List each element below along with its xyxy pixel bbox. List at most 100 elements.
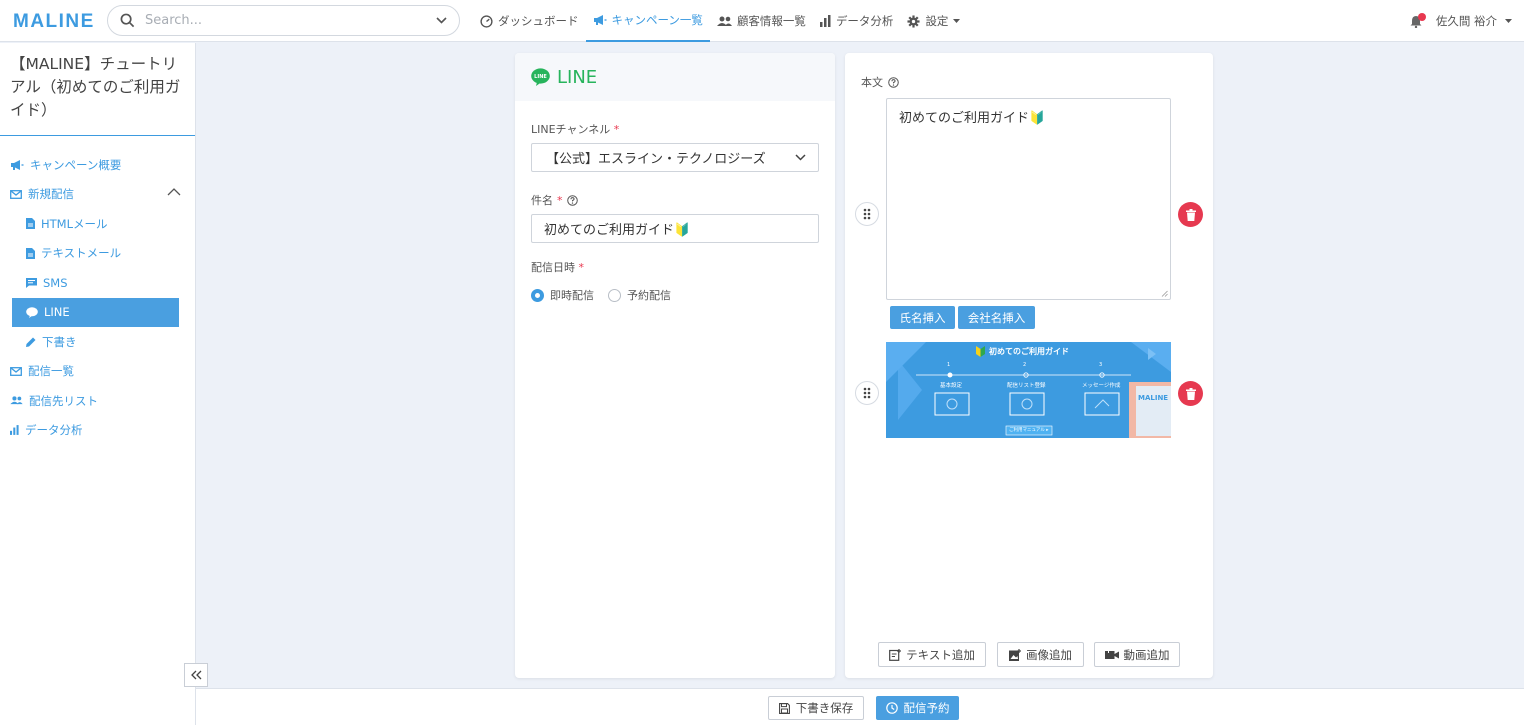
nav-analytics[interactable]: データ分析 [813, 0, 901, 42]
banner-manual-button: ご利用マニュアル ▸ [1009, 428, 1049, 433]
add-image-label: 画像追加 [1026, 647, 1072, 662]
trash-icon [1185, 387, 1196, 400]
delivery-date-label: 配信日時 * [531, 261, 584, 274]
collapse-sidebar-button[interactable] [184, 663, 208, 687]
help-icon[interactable] [888, 76, 899, 88]
add-text-button[interactable]: テキスト追加 [878, 642, 986, 667]
radio-scheduled-label[interactable]: 予約配信 [627, 287, 671, 303]
beginner-mark-icon [976, 346, 985, 357]
schedule-delivery-button[interactable]: 配信予約 [876, 696, 959, 720]
sidebar-item-text-mail[interactable]: テキストメール [0, 239, 195, 269]
people-icon [10, 396, 23, 405]
sidebar-item-new-delivery[interactable]: 新規配信 [0, 180, 195, 210]
drag-handle-icon [863, 387, 871, 399]
insert-name-button[interactable]: 氏名挿入 [890, 306, 955, 329]
nav-dashboard-label: ダッシュボード [498, 14, 579, 28]
caret-down-icon [953, 19, 961, 23]
document-icon [26, 247, 35, 259]
clock-icon [885, 702, 898, 714]
save-draft-button[interactable]: 下書き保存 [768, 696, 864, 720]
gear-icon [907, 14, 920, 28]
top-bar: MALINE ダッシュボード キャンペーン一覧 顧客情報一覧 データ分析 設定 [0, 0, 1524, 42]
notification-bell-icon[interactable] [1410, 12, 1426, 28]
double-chevron-left-icon [190, 670, 202, 680]
add-video-button[interactable]: 動画追加 [1094, 642, 1180, 667]
document-icon [26, 218, 35, 230]
banner-step3-number: 3 [1099, 362, 1103, 368]
channel-label: LINEチャンネル * [531, 123, 620, 136]
nav-customers[interactable]: 顧客情報一覧 [710, 0, 813, 42]
sidebar-item-drafts[interactable]: 下書き [0, 327, 195, 357]
save-draft-label: 下書き保存 [795, 701, 854, 715]
add-image-icon [1009, 648, 1021, 661]
sidebar-item-label: テキストメール [41, 246, 122, 261]
chat-bubble-icon [26, 307, 38, 318]
caret-down-icon[interactable] [1505, 19, 1512, 23]
sidebar-item-label: 新規配信 [28, 187, 74, 202]
search-icon [120, 13, 135, 28]
sidebar-item-label: 配信一覧 [28, 364, 74, 379]
nav-dashboard[interactable]: ダッシュボード [473, 0, 586, 42]
chevron-down-icon[interactable] [436, 17, 447, 24]
radio-scheduled[interactable] [608, 288, 621, 302]
envelope-icon [10, 366, 22, 376]
sidebar-item-html-mail[interactable]: HTMLメール [0, 209, 195, 239]
footer-bar: 下書き保存 配信予約 [196, 688, 1524, 725]
resize-handle-icon[interactable] [1161, 290, 1168, 297]
add-video-label: 動画追加 [1123, 647, 1170, 662]
pencil-icon [26, 337, 36, 347]
chevron-up-icon[interactable] [167, 187, 181, 196]
banner-step2-number: 2 [1023, 362, 1027, 368]
sidebar-item-overview[interactable]: キャンペーン概要 [0, 150, 195, 180]
guide-banner-image[interactable]: 初めてのご利用ガイド 1 2 3 基本設定 配信リスト登録 メッセージ作成 ご利… [886, 342, 1171, 438]
nav-campaigns-label: キャンペーン一覧 [611, 13, 703, 27]
sidebar: 【MALINE】チュートリアル（初めてのご利用ガイド） キャンペーン概要 新規配… [0, 43, 196, 725]
drag-handle-image-block[interactable] [855, 381, 879, 405]
insert-company-button[interactable]: 会社名挿入 [958, 306, 1035, 329]
message-textarea[interactable]: 初めてのご利用ガイド🔰 [886, 98, 1171, 300]
line-settings-card: LINE LINE LINEチャンネル * 【公式】エスライン・テクノロジーズ … [515, 53, 835, 678]
nav-campaigns[interactable]: キャンペーン一覧 [585, 0, 710, 42]
save-icon [778, 702, 790, 714]
logo[interactable]: MALINE [13, 11, 95, 33]
subject-input[interactable] [531, 214, 819, 243]
sidebar-item-analytics[interactable]: データ分析 [0, 416, 195, 446]
sidebar-item-recipients[interactable]: 配信先リスト [0, 386, 195, 416]
delete-text-block-button[interactable] [1178, 202, 1203, 227]
delete-image-block-button[interactable] [1178, 381, 1203, 406]
sidebar-item-label: キャンペーン概要 [30, 157, 122, 172]
user-area: 佐久間 裕介 [1410, 0, 1512, 42]
channel-select[interactable]: 【公式】エスライン・テクノロジーズ [531, 143, 819, 172]
sidebar-item-label: HTMLメール [41, 216, 108, 231]
channel-select-value: 【公式】エスライン・テクノロジーズ [546, 152, 766, 167]
banner-step1-label: 基本設定 [940, 383, 963, 389]
user-name[interactable]: 佐久間 裕介 [1436, 13, 1497, 29]
add-video-icon [1104, 649, 1119, 660]
nav-settings[interactable]: 設定 [900, 0, 967, 42]
trash-icon [1185, 208, 1196, 221]
search-input[interactable] [145, 13, 436, 28]
radio-immediate-label[interactable]: 即時配信 [550, 287, 594, 303]
subject-label: 件名 * [531, 192, 835, 208]
search-box[interactable] [107, 5, 460, 36]
nav-customers-label: 顧客情報一覧 [736, 14, 806, 28]
add-image-button[interactable]: 画像追加 [997, 642, 1084, 667]
schedule-delivery-label: 配信予約 [903, 701, 950, 715]
drag-handle-text-block[interactable] [855, 202, 879, 226]
nav-settings-label: 設定 [925, 14, 949, 28]
svg-text:LINE: LINE [534, 74, 547, 80]
delivery-timing-radios: 即時配信 予約配信 [531, 287, 819, 303]
help-icon[interactable] [566, 194, 578, 206]
main-nav: ダッシュボード キャンペーン一覧 顧客情報一覧 データ分析 設定 [473, 0, 967, 42]
add-text-icon [889, 648, 902, 661]
banner-step3-label: メッセージ作成 [1082, 383, 1121, 389]
sidebar-item-label: 下書き [42, 334, 77, 349]
body-label: 本文 [861, 74, 899, 90]
megaphone-icon [10, 159, 24, 171]
sidebar-item-line[interactable]: LINE [12, 297, 179, 327]
gauge-icon [480, 14, 493, 28]
drag-handle-icon [863, 208, 871, 220]
sidebar-item-sms[interactable]: SMS [0, 268, 195, 298]
radio-immediate[interactable] [531, 288, 544, 302]
sidebar-item-delivery-list[interactable]: 配信一覧 [0, 357, 195, 387]
